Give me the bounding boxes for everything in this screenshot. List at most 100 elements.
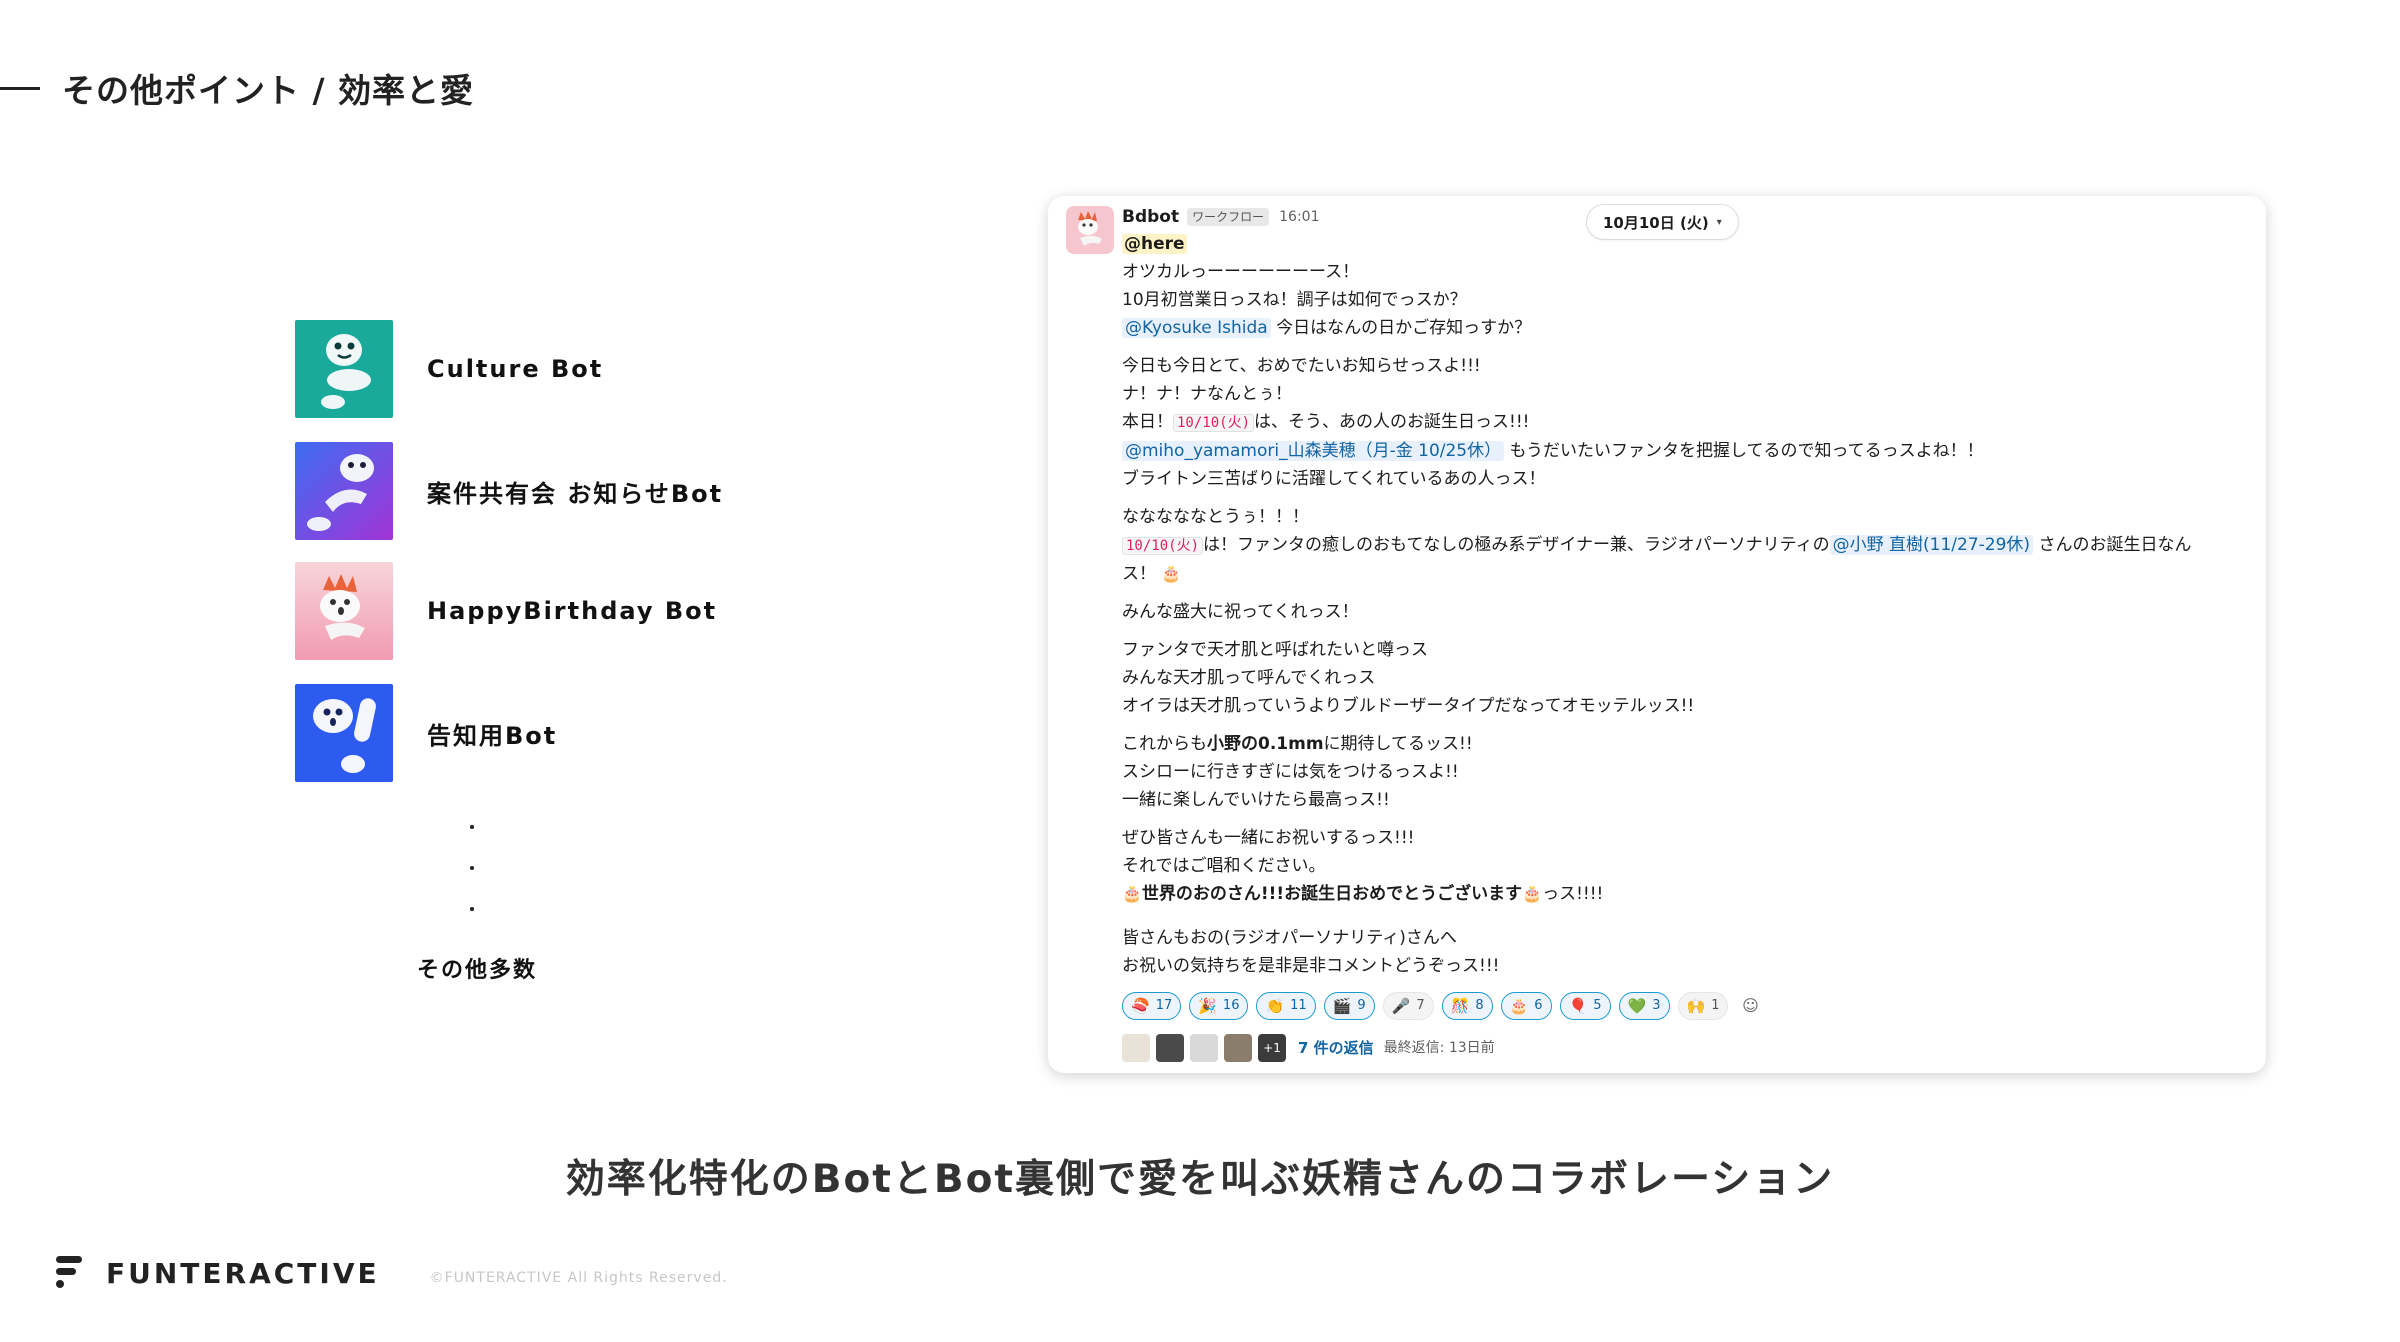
reaction-count: 8: [1475, 998, 1484, 1013]
message-line: @miho_yamamori_山森美穂（月-金 10/25休） もうだいたいファ…: [1122, 437, 2242, 465]
message-time[interactable]: 16:01: [1279, 203, 1319, 231]
add-reaction-icon[interactable]: ☺: [1736, 992, 1764, 1020]
reaction-balloon[interactable]: 🎈 5: [1559, 992, 1611, 1020]
party-popper-icon: 🎉: [1198, 997, 1217, 1015]
message-text: は、そう、あの人のお誕生日っス!!!: [1254, 412, 1530, 432]
dot: [470, 866, 474, 870]
footer: FUNTERACTIVE ©FUNTERACTIVE All Rights Re…: [56, 1256, 728, 1290]
message-text: もうだいたいファンタを把握してるので知ってるっスよね！！: [1504, 441, 1984, 461]
message-line: ナ！ナ！ナなんとぅ！: [1122, 384, 1292, 404]
reaction-cake[interactable]: 🎂 6: [1500, 992, 1552, 1020]
reaction-mic[interactable]: 🎤 7: [1382, 992, 1434, 1020]
message-line: みんな天才肌って呼んでくれっス: [1122, 668, 1376, 688]
raised-hands-icon: 🙌: [1686, 997, 1706, 1015]
avatar: [1190, 1034, 1218, 1062]
message-line: 🎂世界のおのさん!!!お誕生日おめでとうございます🎂っス!!!!: [1122, 880, 2242, 908]
reaction-count: 6: [1534, 998, 1543, 1013]
culture-bot-avatar-icon: [295, 320, 393, 418]
thread-summary[interactable]: +1 7 件の返信 最終返信: 13日前: [1122, 1032, 2242, 1064]
message-line: これからも小野の0.1mmに期待してるッス!!: [1122, 730, 2242, 758]
reaction-hands[interactable]: 🙌 1: [1677, 992, 1729, 1020]
sender-name[interactable]: Bdbot: [1122, 203, 1179, 231]
ellipsis-dots: [470, 825, 490, 948]
confetti-icon: 🎊: [1450, 997, 1470, 1015]
bot-label: 案件共有会 お知らせBot: [427, 479, 724, 508]
reaction-sushi[interactable]: 🍣 17: [1122, 992, 1182, 1020]
sushi-icon: 🍣: [1131, 997, 1150, 1015]
message-line: ス！ 🎂: [1122, 560, 2242, 588]
reaction-count: 5: [1593, 998, 1602, 1013]
workflow-badge: ワークフロー: [1187, 208, 1270, 226]
reaction-bar: 🍣 17 🎉 16 👏 11 🎬 9 🎤 7 🎊 8 🎂 6 🎈 5 💚 3 🙌 1 ☺: [1122, 992, 2242, 1022]
message-line: @Kyosuke Ishida 今日はなんの日かご存知っすか？: [1122, 314, 2242, 342]
message-line: みんな盛大に祝ってくれっス！: [1122, 602, 1359, 622]
copyright: ©FUNTERACTIVE All Rights Reserved.: [429, 1270, 728, 1286]
avatar: [1156, 1034, 1184, 1062]
birthday-bot-avatar-icon: [295, 562, 393, 660]
last-reply-time: 最終返信: 13日前: [1383, 1040, 1495, 1056]
message-text: これからも: [1122, 734, 1207, 754]
here-mention[interactable]: @here: [1122, 234, 1187, 254]
user-mention[interactable]: @小野 直樹(11/27-29休): [1829, 535, 2034, 555]
bdbot-avatar-icon[interactable]: [1066, 206, 1114, 254]
message-line: なななななとうぅ！！！: [1122, 507, 1309, 527]
message-line: お祝いの気持ちを是非是非コメントどうぞっス!!!: [1122, 956, 1500, 976]
reaction-count: 7: [1416, 998, 1425, 1013]
slide-tagline: 効率化特化のBotとBot裏側で愛を叫ぶ妖精さんのコラボレーション: [565, 1157, 1835, 1202]
bot-label: HappyBirthday Bot: [427, 597, 718, 625]
reaction-count: 16: [1222, 998, 1240, 1013]
message-meta: Bdbot ワークフロー 16:01: [1122, 204, 2242, 230]
reaction-clap[interactable]: 👏 11: [1256, 992, 1316, 1020]
avatar: [1122, 1034, 1150, 1062]
cake-emoji-icon: 🎂: [1161, 564, 1182, 583]
message-text: 本日！: [1122, 412, 1173, 432]
message-text: に期待してるッス!!: [1323, 734, 1473, 754]
message-text: っス!!!!: [1542, 884, 1604, 904]
reply-count-link[interactable]: 7 件の返信: [1298, 1034, 1374, 1062]
avatar: [1224, 1034, 1252, 1062]
header-rule: [0, 86, 40, 90]
reaction-count: 3: [1652, 998, 1661, 1013]
anken-bot-avatar-icon: [295, 442, 393, 540]
inline-code: 10/10(火): [1122, 537, 1204, 555]
bot-label: Culture Bot: [427, 355, 604, 383]
reaction-green-heart[interactable]: 💚 3: [1618, 992, 1670, 1020]
reaction-count: 11: [1290, 998, 1307, 1013]
kokuchi-bot-avatar-icon: [295, 684, 393, 782]
message-line: ファンタで天才肌と呼ばれたいと噂っス: [1122, 640, 1428, 660]
slide-title: その他ポイント / 効率と愛: [62, 71, 475, 110]
reaction-confetti[interactable]: 🎊 8: [1441, 992, 1493, 1020]
message-line: 10/10(火) は！ファンタの癒しのおもてなしの極み系デザイナー兼、ラジオパーソ…: [1122, 531, 2242, 560]
bot-item-culture: Culture Bot: [295, 320, 603, 418]
cake-emoji-icon: 🎂: [1122, 884, 1142, 903]
user-mention[interactable]: @Kyosuke Ishida: [1122, 318, 1271, 338]
balloon-icon: 🎈: [1568, 997, 1588, 1015]
message-line: オツカルっーーーーーーース！: [1122, 262, 1360, 282]
message-line: 一緒に楽しんでいけたら最高っス!!: [1122, 790, 1390, 810]
funteractive-logo-icon: [56, 1256, 82, 1288]
reaction-count: 9: [1357, 998, 1366, 1013]
dot: [470, 825, 474, 829]
message-bold-text: 世界のおのさん!!!お誕生日おめでとうございます: [1141, 884, 1523, 904]
reaction-count: 17: [1155, 998, 1173, 1013]
message-body: Bdbot ワークフロー 16:01 @here オツカルっーーーーーーース！ …: [1122, 204, 2242, 1064]
reaction-clapper[interactable]: 🎬 9: [1323, 992, 1375, 1020]
message-line: ブライトン三苫ばりに活躍してくれているあの人っス！: [1122, 469, 1546, 489]
bots-more-label: その他多数: [417, 958, 538, 983]
bot-item-kokuchi: 告知用Bot: [295, 684, 557, 782]
birthday-cake-icon: 🎂: [1509, 997, 1529, 1015]
bot-item-birthday: HappyBirthday Bot: [295, 562, 717, 660]
green-heart-icon: 💚: [1627, 997, 1647, 1015]
message-line: 10月初営業日っスね！調子は如何でっスか？: [1122, 290, 1467, 310]
reaction-count: 1: [1711, 998, 1720, 1013]
inline-code: 10/10(火): [1173, 414, 1255, 432]
clap-icon: 👏: [1265, 997, 1285, 1015]
slide-header: その他ポイント / 効率と愛: [0, 64, 474, 112]
user-mention[interactable]: @miho_yamamori_山森美穂（月-金 10/25休）: [1122, 441, 1505, 461]
dot: [470, 907, 474, 911]
clapper-board-icon: 🎬: [1332, 997, 1352, 1015]
message-text: 今日はなんの日かご存知っすか？: [1270, 318, 1532, 338]
reaction-party[interactable]: 🎉 16: [1189, 992, 1249, 1020]
logo-text: FUNTERACTIVE: [106, 1256, 380, 1290]
message-text: は！ファンタの癒しのおもてなしの極み系デザイナー兼、ラジオパーソナリティの: [1203, 535, 1830, 555]
